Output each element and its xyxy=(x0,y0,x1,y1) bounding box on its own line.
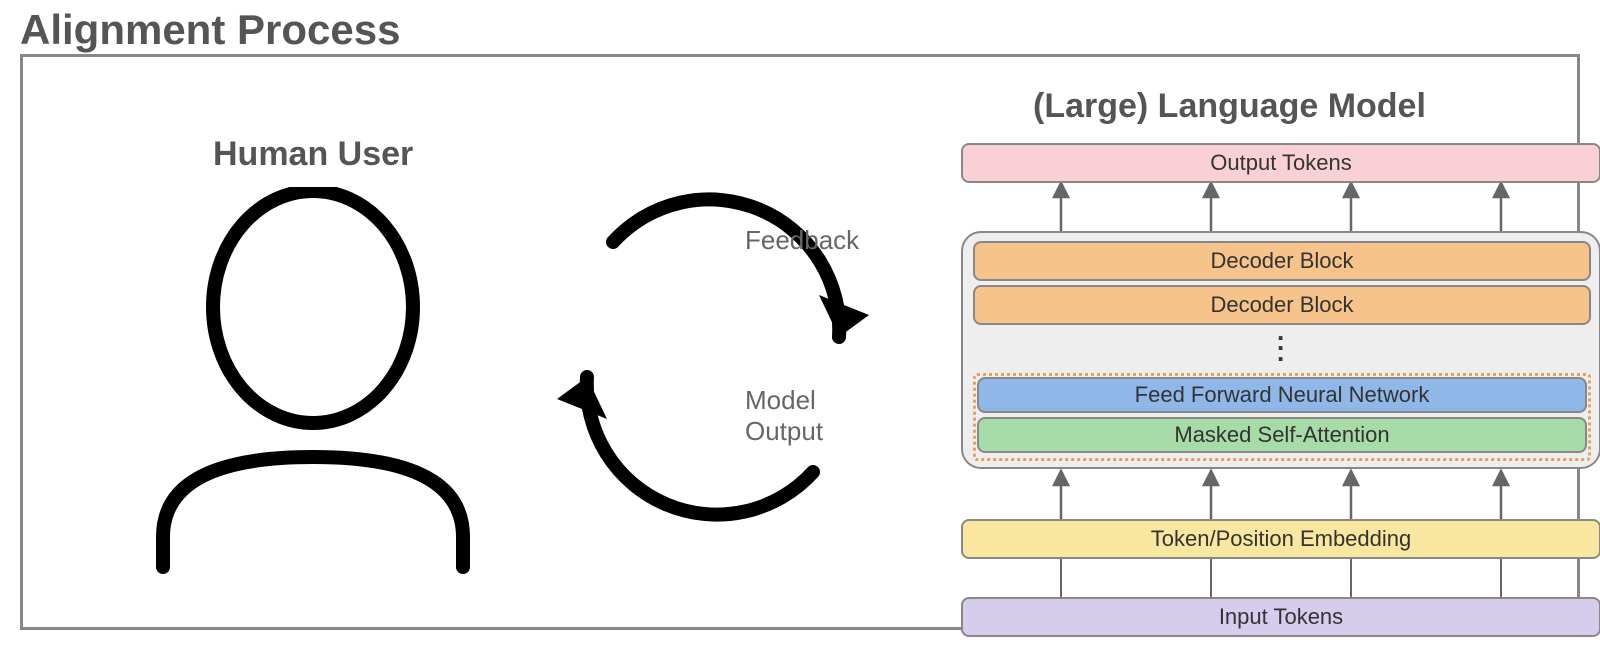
ffn-block: Feed Forward Neural Network xyxy=(977,377,1587,413)
llm-label: (Large) Language Model xyxy=(1033,87,1426,126)
model-output-line2: Output xyxy=(745,416,823,446)
output-tokens-block: Output Tokens xyxy=(961,143,1600,183)
human-user-label: Human User xyxy=(213,135,413,174)
human-user-icon xyxy=(143,187,483,577)
model-output-line1: Model xyxy=(745,385,816,415)
feedback-label: Feedback xyxy=(745,225,859,256)
model-output-label: Model Output xyxy=(745,385,823,447)
llm-architecture: Output Tokens Decoder Block Decoder Bloc… xyxy=(961,143,1600,637)
arrows-embed-to-decoder xyxy=(961,469,1600,519)
lines-input-to-embed xyxy=(961,559,1600,597)
input-tokens-block: Input Tokens xyxy=(961,597,1600,637)
arrows-decoder-to-output xyxy=(961,183,1600,231)
decoder-stack: Decoder Block Decoder Block ... Feed For… xyxy=(961,231,1600,469)
masked-self-attention-block: Masked Self-Attention xyxy=(977,417,1587,453)
ellipsis-vertical-icon: ... xyxy=(1277,326,1284,357)
embedding-block: Token/Position Embedding xyxy=(961,519,1600,559)
decoder-block-1: Decoder Block xyxy=(973,241,1591,281)
diagram-title: Alignment Process xyxy=(20,6,400,54)
diagram-frame: Human User Feedback Model Output (Large)… xyxy=(20,54,1580,630)
